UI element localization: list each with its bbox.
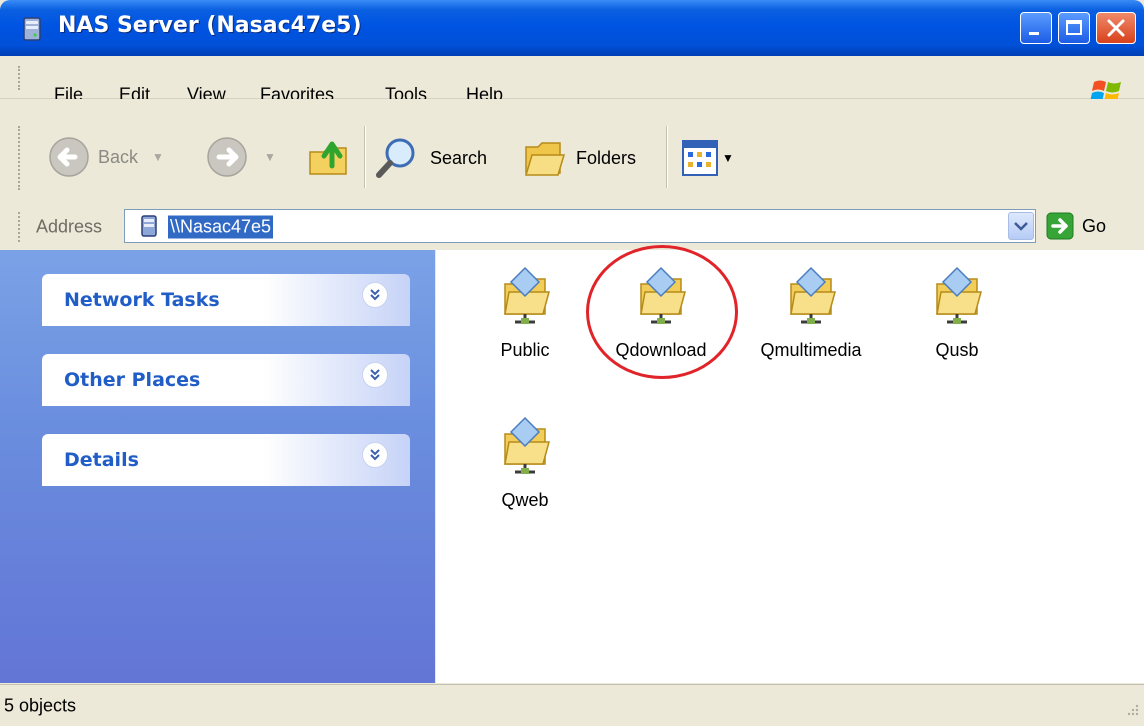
details-title[interactable]: Details (64, 449, 139, 471)
chevron-double-down-icon (370, 449, 380, 461)
share-qweb[interactable]: Qweb (450, 412, 600, 511)
share-label: Qusb (935, 340, 979, 360)
resize-grip-icon[interactable] (1122, 700, 1140, 720)
share-qdownload[interactable]: Qdownload (586, 262, 736, 361)
forward-arrow-icon (207, 137, 247, 177)
shared-folder-icon (504, 416, 550, 474)
up-folder-icon (309, 141, 347, 175)
views-button[interactable]: ▼ (682, 140, 734, 176)
share-label: Qmultimedia (760, 340, 862, 360)
network-server-icon (141, 215, 157, 237)
shared-folder-icon (640, 266, 686, 324)
expand-button[interactable] (362, 442, 388, 468)
status-bar: 5 objects (0, 684, 1144, 726)
network-tasks-title[interactable]: Network Tasks (64, 289, 220, 311)
folders-icon (524, 142, 566, 176)
toolbar-separator (666, 126, 668, 188)
back-button[interactable]: Back ▼ (48, 136, 164, 178)
chevron-double-down-icon (370, 369, 380, 381)
go-arrow-icon (1046, 212, 1074, 240)
expand-button[interactable] (362, 282, 388, 308)
views-dropdown-icon[interactable]: ▼ (722, 151, 734, 165)
minimize-icon (1029, 32, 1039, 35)
search-magnifier-icon (376, 138, 415, 178)
title-bar[interactable]: NAS Server (Nasac47e5) (0, 0, 1144, 56)
address-value[interactable]: \\Nasac47e5 (168, 215, 274, 239)
minimize-button[interactable] (1020, 12, 1052, 44)
folders-button[interactable]: Folders (522, 135, 636, 181)
address-grip[interactable] (18, 212, 23, 242)
up-folder-button[interactable] (306, 132, 352, 180)
share-label: Qdownload (615, 340, 707, 360)
forward-dropdown-icon[interactable]: ▼ (264, 150, 276, 164)
toolbar-separator (364, 126, 366, 188)
search-button[interactable]: Search (374, 135, 487, 181)
address-dropdown-button[interactable] (1008, 212, 1034, 240)
menu-bar (0, 56, 1144, 99)
chevron-down-icon (1014, 222, 1028, 231)
search-label: Search (430, 147, 488, 168)
close-icon (1107, 19, 1125, 37)
maximize-icon (1066, 20, 1082, 35)
maximize-button[interactable] (1058, 12, 1090, 44)
menu-grip[interactable] (18, 66, 23, 90)
shared-folder-icon (936, 266, 982, 324)
address-label: Address (36, 216, 103, 237)
explorer-window: NAS Server (Nasac47e5) File Edit View Fa… (0, 0, 1144, 726)
back-label: Back (98, 146, 139, 167)
task-pane: Network Tasks Other Places Details (0, 250, 435, 683)
expand-button[interactable] (362, 362, 388, 388)
back-dropdown-icon[interactable]: ▼ (152, 150, 164, 164)
back-arrow-icon (49, 137, 89, 177)
other-places-title[interactable]: Other Places (64, 369, 200, 391)
views-grid-icon (682, 140, 718, 176)
shared-folder-icon (790, 266, 836, 324)
folders-label: Folders (576, 147, 637, 168)
toolbar-grip[interactable] (18, 126, 23, 190)
go-button[interactable]: Go (1046, 212, 1106, 240)
status-text: 5 objects (4, 695, 77, 716)
share-qmultimedia[interactable]: Qmultimedia (736, 262, 886, 361)
go-label: Go (1082, 215, 1107, 236)
share-public[interactable]: Public (450, 262, 600, 361)
share-qusb[interactable]: Qusb (882, 262, 1032, 361)
chevron-double-down-icon (370, 289, 380, 301)
close-button[interactable] (1096, 12, 1136, 44)
network-tasks-panel[interactable]: Network Tasks (42, 274, 410, 326)
nas-server-icon (23, 17, 41, 41)
window-title: NAS Server (Nasac47e5) (58, 13, 362, 38)
share-label: Public (500, 340, 550, 360)
details-panel[interactable]: Details (42, 434, 410, 486)
shared-folder-icon (504, 266, 550, 324)
share-label: Qweb (501, 490, 549, 510)
other-places-panel[interactable]: Other Places (42, 354, 410, 406)
forward-button[interactable]: ▼ (206, 136, 276, 178)
